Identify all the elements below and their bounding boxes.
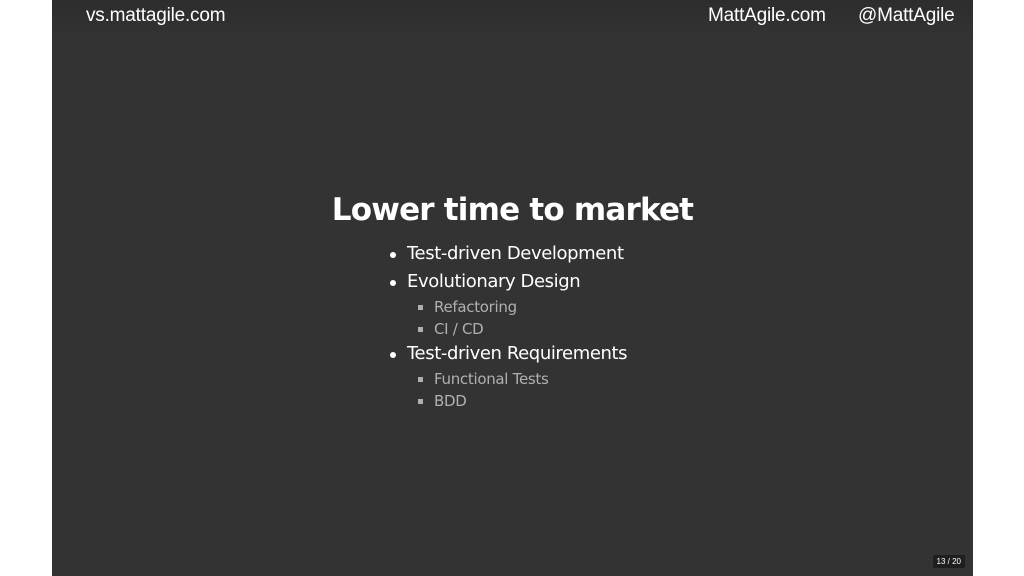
sub-bullet-group: Refactoring CI / CD (388, 296, 627, 340)
slide: vs.mattagile.com MattAgile.com @MattAgil… (52, 0, 973, 576)
sub-bullet-item: Functional Tests (388, 368, 627, 390)
bullet-item: Test-driven Requirements (388, 340, 628, 368)
bullet-label: Evolutionary Design (407, 271, 581, 292)
header-site-name: MattAgile.com (708, 5, 826, 26)
sub-bullet-group: Functional Tests BDD (388, 368, 627, 412)
sub-bullet-list: Refactoring CI / CD (388, 296, 627, 340)
slide-header: vs.mattagile.com MattAgile.com @MattAgil… (52, 0, 973, 34)
sub-bullet-list: Functional Tests BDD (388, 368, 627, 412)
header-site-url: vs.mattagile.com (86, 5, 226, 26)
slide-title: Lower time to market (331, 192, 694, 228)
sub-bullet-item: CI / CD (388, 318, 627, 340)
bullet-list: Test-driven Development Evolutionary Des… (388, 240, 628, 412)
bullet-label: Test-driven Requirements (407, 343, 628, 364)
slide-page-counter: 13 / 20 (932, 555, 965, 568)
bullet-item: Evolutionary Design (388, 268, 627, 296)
sub-bullet-item: BDD (388, 390, 627, 412)
presentation-frame: vs.mattagile.com MattAgile.com @MattAgil… (0, 0, 1024, 576)
header-twitter-handle: @MattAgile (858, 5, 955, 26)
bullet-label: Test-driven Development (407, 243, 624, 264)
slide-content: Lower time to market Test-driven Develop… (52, 190, 973, 410)
bullet-item: Test-driven Development (388, 240, 627, 268)
sub-bullet-item: Refactoring (388, 296, 627, 318)
